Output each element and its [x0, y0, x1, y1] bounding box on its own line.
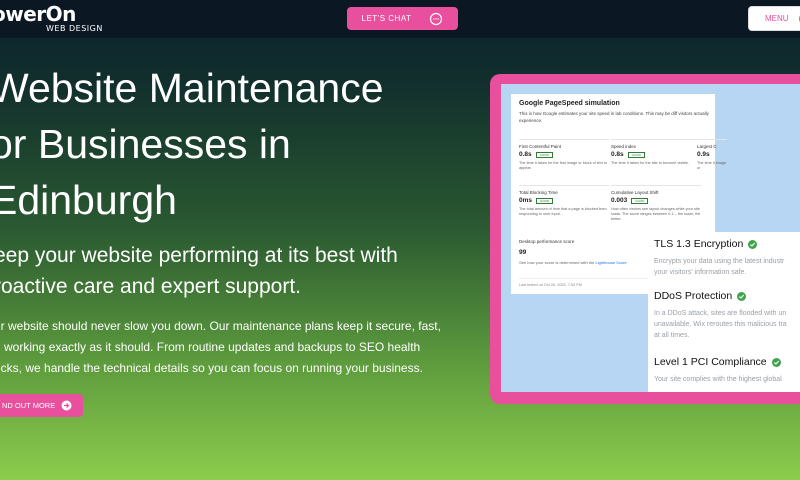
title-line: Website Maintenance — [0, 65, 384, 111]
check-icon — [771, 357, 781, 367]
score-label: Desktop performance score — [519, 239, 575, 244]
feature-description-line: Encrypts your data using the latest indu… — [654, 258, 785, 265]
chat-bubble-icon — [429, 12, 443, 26]
feature-title: DDoS Protection — [654, 290, 733, 302]
metric-first-contentful-paint: First Contentful Paint 0.8s GOOD The time… — [519, 139, 609, 183]
feature-description-line: unavailable. Wix reroutes this malicious… — [654, 321, 787, 328]
last-tested-text: Last tested on Oct 26, 2025, 7:53 PM — [519, 283, 582, 287]
page-title: Website Maintenance or Businesses in Edi… — [0, 60, 420, 228]
performance-score: 99 — [519, 249, 527, 256]
title-line: Edinburgh — [0, 177, 177, 223]
metric-badge: GOOD — [535, 151, 553, 158]
metric-description: The time it takes for the first image or… — [519, 161, 608, 171]
check-icon — [748, 239, 758, 249]
feature-tls-encryption: TLS 1.3 Encryption Encrypts your data us… — [654, 238, 800, 278]
feature-description-line: Your site complies with the highest glob… — [654, 376, 782, 383]
metric-description: The total amount of time that a page is … — [519, 207, 607, 217]
description-line: d working exactly as it should. From rou… — [0, 340, 421, 354]
metric-value: 0ms — [519, 197, 533, 204]
menu-label: MENU — [765, 14, 789, 23]
metric-description: The time it image or — [697, 161, 727, 171]
metric-name: Speed index — [611, 144, 637, 149]
metric-name: First Contentful Paint — [519, 144, 562, 149]
feature-title: Level 1 PCI Compliance — [654, 356, 767, 368]
menu-button[interactable]: MENU — [748, 6, 800, 31]
feature-description-line: your visitors' information safe. — [654, 269, 747, 276]
feature-description-line: at all times. — [654, 332, 690, 339]
feature-description: In a DDoS attack, sites are flooded with… — [654, 308, 800, 341]
metric-value: 0.9s — [697, 151, 710, 158]
metric-speed-index: Speed index 0.8s GOOD The time it takes f… — [611, 139, 701, 183]
metric-name: Cumulative Layout Shift — [611, 190, 659, 195]
metric-badge: GOOD — [631, 197, 649, 204]
feature-description: Encrypts your data using the latest indu… — [654, 256, 800, 278]
description-line: ecks, we handle the technical details so… — [0, 361, 423, 375]
metric-description: How often visitors see layout changes wh… — [611, 207, 701, 222]
pagespeed-title: Google PageSpeed simulation — [519, 100, 620, 107]
metric-name: Total Blocking Time — [519, 190, 558, 195]
subtitle-line: eep your website performing at its best … — [0, 244, 398, 267]
metric-badge: GOOD — [627, 151, 645, 158]
metric-cumulative-layout-shift: Cumulative Layout Shift 0.003 GOOD How of… — [611, 185, 701, 229]
logo-tagline: WEB DESIGN — [46, 24, 103, 33]
title-line: or Businesses in — [0, 121, 291, 167]
poweron-logo[interactable]: owerOn WEB DESIGN — [0, 0, 110, 38]
metric-value: 0.8s — [519, 151, 532, 158]
metric-value: 0.003 — [611, 197, 628, 204]
metric-name: Largest C — [697, 144, 717, 149]
description-line: ur website should never slow you down. O… — [0, 319, 441, 333]
arrow-circle-icon — [61, 400, 72, 411]
metric-value: 0.8s — [611, 151, 624, 158]
score-note: See how your score is determined with th… — [519, 260, 627, 265]
feature-pci-compliance: Level 1 PCI Compliance Your site complie… — [654, 356, 800, 385]
subtitle-line: roactive care and expert support. — [0, 275, 302, 298]
hero-description: ur website should never slow you down. O… — [0, 316, 444, 379]
feature-description-line: In a DDoS attack, sites are flooded with… — [654, 310, 787, 317]
metric-largest-contentful-paint: Largest C 0.9s The time it image or — [697, 139, 727, 183]
feature-ddos-protection: DDoS Protection In a DDoS attack, sites … — [654, 290, 800, 341]
metric-description: The time it takes for the site to become… — [611, 161, 690, 165]
find-out-more-button[interactable]: ND OUT MORE — [0, 394, 83, 417]
top-navigation-bar: owerOn WEB DESIGN LET'S CHAT MENU — [0, 0, 800, 38]
lets-chat-button[interactable]: LET'S CHAT — [347, 7, 458, 30]
hero-subtitle: eep your website performing at its best … — [0, 240, 434, 302]
metric-total-blocking-time: Total Blocking Time 0ms GOOD The total am… — [519, 185, 609, 229]
score-note-text: See how your score is determined with th… — [519, 260, 595, 265]
security-features-card: TLS 1.3 Encryption Encrypts your data us… — [648, 232, 800, 392]
lets-chat-label: LET'S CHAT — [361, 14, 412, 23]
logo-wordmark: owerOn — [0, 2, 76, 26]
device-screen: Google PageSpeed simulation This is how … — [501, 84, 800, 392]
feature-title: TLS 1.3 Encryption — [654, 238, 744, 250]
lighthouse-score-link[interactable]: Lighthouse Score — [596, 260, 627, 265]
find-out-more-label: ND OUT MORE — [2, 401, 56, 410]
pagespeed-description: This is how Google estimates your site s… — [519, 111, 709, 123]
feature-description: Your site complies with the highest glob… — [654, 374, 800, 385]
metric-badge: GOOD — [536, 197, 554, 204]
check-icon — [737, 291, 747, 301]
